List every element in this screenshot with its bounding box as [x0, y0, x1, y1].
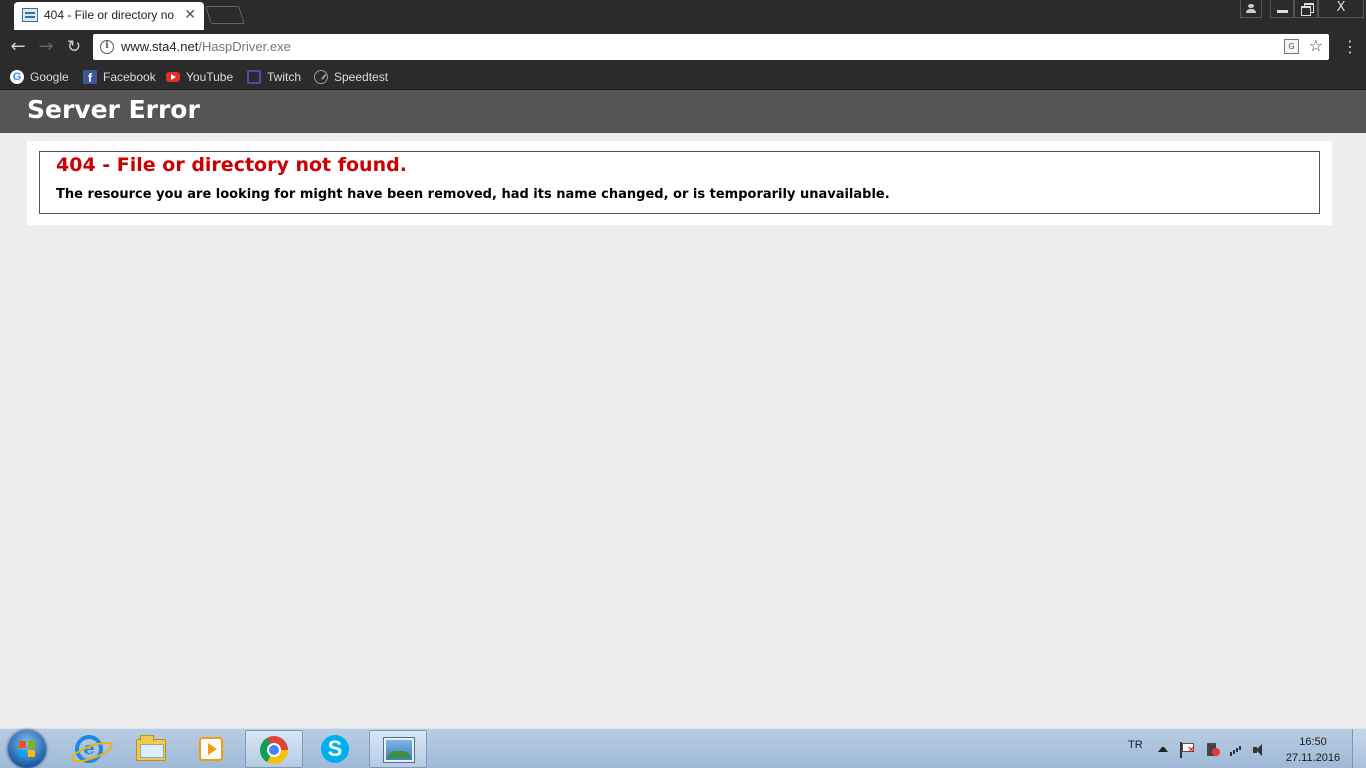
- bookmark-label: Speedtest: [334, 70, 389, 84]
- bookmark-youtube[interactable]: YouTube: [166, 68, 238, 86]
- clock-time: 16:50: [1299, 736, 1327, 748]
- error-box: 404 - File or directory not found. The r…: [39, 151, 1320, 214]
- usb-device-icon[interactable]: [1204, 742, 1220, 758]
- twitch-icon: [247, 70, 261, 84]
- bookmark-facebook[interactable]: f Facebook: [83, 68, 158, 86]
- browser-toolbar: ← → ↻ i www.sta4.net/HaspDriver.exe G ☆ …: [0, 30, 1366, 64]
- url-path: /HaspDriver.exe: [198, 39, 291, 54]
- page-title: Server Error: [27, 95, 200, 124]
- clock-date: 27.11.2016: [1285, 752, 1341, 764]
- bookmark-google[interactable]: G Google: [10, 68, 72, 86]
- bookmark-star-icon[interactable]: ☆: [1309, 37, 1323, 55]
- facebook-icon: f: [83, 70, 97, 85]
- close-window-button[interactable]: X: [1318, 0, 1364, 18]
- taskbar-internet-explorer[interactable]: e: [60, 730, 118, 768]
- google-icon: G: [10, 70, 24, 84]
- skype-icon: S: [321, 735, 349, 763]
- taskbar-media-player[interactable]: [182, 730, 240, 768]
- internet-explorer-icon: e: [75, 735, 103, 763]
- bookmark-label: Facebook: [103, 70, 156, 84]
- bookmark-twitch[interactable]: Twitch: [247, 68, 305, 86]
- taskbar-file-explorer[interactable]: [121, 730, 179, 768]
- translate-icon[interactable]: G: [1284, 39, 1299, 54]
- show-desktop-button[interactable]: [1352, 729, 1366, 768]
- url-text[interactable]: www.sta4.net/HaspDriver.exe: [121, 39, 291, 54]
- content-panel: 404 - File or directory not found. The r…: [27, 141, 1332, 225]
- site-info-icon[interactable]: i: [100, 40, 114, 54]
- taskbar-skype[interactable]: S: [307, 730, 365, 768]
- photo-viewer-icon: [384, 738, 414, 762]
- chrome-menu-icon[interactable]: ⋮: [1342, 38, 1358, 56]
- forward-arrow-icon[interactable]: →: [35, 36, 57, 58]
- minimize-button[interactable]: [1270, 0, 1294, 18]
- tab-title: 404 - File or directory no: [44, 8, 175, 22]
- bookmark-speedtest[interactable]: Speedtest: [314, 68, 394, 86]
- speedtest-icon: [314, 70, 328, 84]
- action-center-flag-icon[interactable]: [1180, 742, 1196, 758]
- file-explorer-icon: [136, 735, 166, 761]
- chrome-icon: [260, 736, 288, 764]
- taskbar-photo-viewer[interactable]: [369, 730, 427, 768]
- bookmark-label: Google: [30, 70, 69, 84]
- youtube-icon: [166, 72, 180, 82]
- browser-title-bar: 404 - File or directory no ✕ X: [0, 0, 1366, 30]
- url-host: www.sta4.net: [121, 39, 199, 54]
- back-arrow-icon[interactable]: ←: [7, 36, 29, 58]
- error-heading: 404 - File or directory not found.: [56, 154, 407, 176]
- network-signal-icon[interactable]: [1228, 742, 1244, 758]
- volume-icon[interactable]: [1252, 742, 1268, 758]
- reload-icon[interactable]: ↻: [63, 36, 85, 58]
- error-message: The resource you are looking for might h…: [56, 187, 890, 202]
- taskbar: e S TR 16:50 27.11.2016: [0, 728, 1366, 768]
- address-bar[interactable]: i www.sta4.net/HaspDriver.exe G ☆: [93, 34, 1329, 60]
- language-indicator[interactable]: TR: [1128, 739, 1143, 751]
- bookmark-label: YouTube: [186, 70, 234, 84]
- bookmark-label: Twitch: [267, 70, 302, 84]
- restore-button[interactable]: [1294, 0, 1318, 18]
- profile-icon[interactable]: [1240, 0, 1262, 18]
- new-tab-button[interactable]: [205, 6, 245, 24]
- browser-tab[interactable]: 404 - File or directory no ✕: [14, 2, 204, 30]
- page-favicon-icon: [22, 8, 38, 22]
- tab-close-icon[interactable]: ✕: [184, 6, 196, 24]
- system-clock[interactable]: 16:50 27.11.2016: [1280, 734, 1346, 766]
- start-button[interactable]: [8, 730, 46, 768]
- taskbar-chrome[interactable]: [245, 730, 303, 768]
- show-hidden-icons-icon[interactable]: [1158, 742, 1168, 752]
- bookmarks-bar: G Google f Facebook YouTube Twitch Speed…: [0, 64, 1366, 90]
- page-header: Server Error: [0, 90, 1366, 133]
- media-player-icon: [199, 737, 223, 761]
